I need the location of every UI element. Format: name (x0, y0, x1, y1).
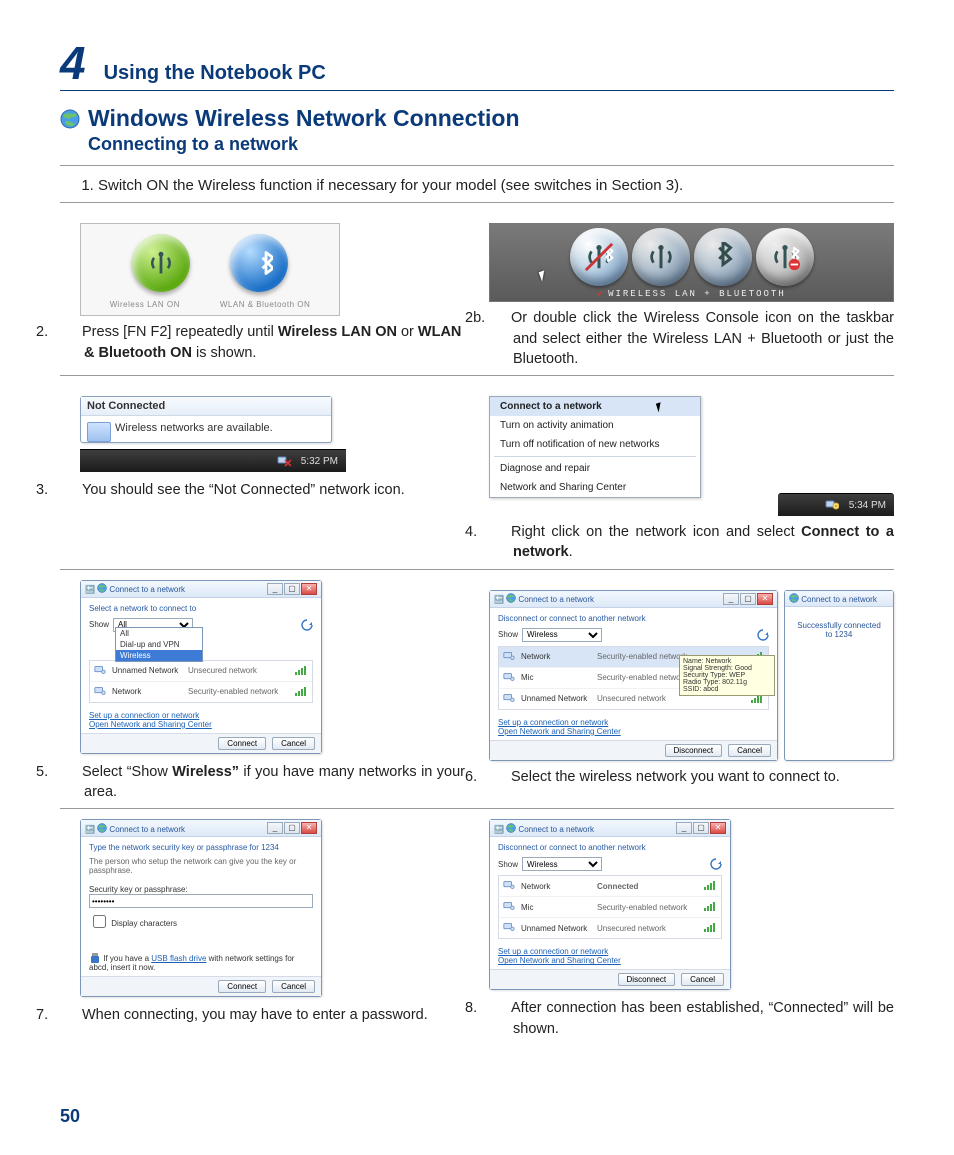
link-setup[interactable]: Set up a connection or network (498, 718, 769, 727)
tray-balloon-body: Wireless networks are available. (115, 422, 273, 434)
globe-icon (60, 109, 80, 129)
pass-header: Type the network security key or passphr… (89, 843, 313, 852)
rule (60, 202, 894, 203)
show-filter-dropdown: All Dial-up and VPN Wireless (115, 627, 203, 662)
tray-network-icon[interactable] (277, 454, 291, 468)
window-buttons[interactable]: _▢✕ (722, 593, 773, 605)
network-globe-icon (87, 422, 111, 442)
link-center[interactable]: Open Network and Sharing Center (498, 956, 722, 965)
tray-clock: 5:32 PM (301, 456, 338, 467)
wireless-console-illustration: WIRELESS LAN + BLUETOOTH (489, 223, 894, 302)
rule (60, 90, 894, 91)
dialog-title: Connect to a network (109, 585, 185, 594)
rule (60, 165, 894, 166)
dialog-header: Select a network to connect to (89, 604, 313, 613)
chapter-title: Using the Notebook PC (104, 62, 326, 85)
network-row[interactable]: Unnamed NetworkUnsecured network (499, 918, 721, 938)
cancel-button[interactable]: Cancel (681, 973, 724, 986)
console-bt-icon (694, 228, 752, 286)
step-3: 3.You should see the “Not Connected” net… (84, 480, 465, 500)
link-setup[interactable]: Set up a connection or network (89, 711, 313, 720)
show-filter-select[interactable]: Wireless (522, 857, 602, 871)
bt-on-label: WLAN & Bluetooth ON (220, 300, 310, 309)
cancel-button[interactable]: Cancel (272, 737, 315, 750)
step-1: Switch ON the Wireless function if neces… (98, 176, 894, 196)
console-wlan-icon (632, 228, 690, 286)
rule (60, 375, 894, 376)
tray-balloon-title: Not Connected (81, 397, 331, 416)
network-row[interactable]: MicSecurity-enabled network (499, 897, 721, 918)
connect-button[interactable]: Connect (218, 737, 266, 750)
wlan-on-label: Wireless LAN ON (110, 300, 180, 309)
link-setup[interactable]: Set up a connection or network (498, 947, 722, 956)
console-off-icon (756, 228, 814, 286)
window-buttons[interactable]: _▢✕ (675, 822, 726, 834)
chapter-number: 4 (60, 40, 86, 86)
menu-center[interactable]: Network and Sharing Center (490, 478, 700, 497)
section-subtitle: Connecting to a network (88, 134, 894, 155)
network-row[interactable]: NetworkConnected (499, 876, 721, 897)
connect-button[interactable]: Connect (218, 980, 266, 993)
page-number: 50 (60, 1106, 80, 1127)
bluetooth-on-icon (230, 234, 288, 292)
disconnect-button[interactable]: Disconnect (665, 744, 723, 757)
step-4: 4.Right click on the network icon and se… (513, 522, 894, 563)
window-buttons[interactable]: _▢✕ (266, 822, 317, 834)
rule (60, 808, 894, 809)
cancel-button[interactable]: Cancel (728, 744, 771, 757)
passphrase-input[interactable] (89, 894, 313, 908)
disconnect-button[interactable]: Disconnect (618, 973, 676, 986)
rule (60, 569, 894, 570)
console-wlan-bt-icon (570, 228, 628, 286)
refresh-icon[interactable] (757, 629, 769, 641)
tray-context-menu: Connect to a network Turn on activity an… (489, 396, 701, 498)
wlan-on-icon (132, 234, 190, 292)
step-2b: 2b.Or double click the Wireless Console … (513, 308, 894, 369)
display-chars-checkbox[interactable] (93, 915, 106, 928)
console-caption: WIRELESS LAN + BLUETOOTH (494, 289, 889, 299)
refresh-icon[interactable] (301, 619, 313, 631)
usb-link[interactable]: USB flash drive (151, 954, 206, 963)
window-buttons[interactable]: _▢✕ (266, 583, 317, 595)
link-center[interactable]: Open Network and Sharing Center (498, 727, 769, 736)
success-text: Successfully connected to 1234 (785, 607, 893, 643)
tray-balloon: Not Connected Wireless networks are avai… (80, 396, 332, 443)
menu-diagnose[interactable]: Diagnose and repair (490, 459, 700, 478)
step-8: 8.After connection has been established,… (513, 998, 894, 1039)
refresh-icon[interactable] (710, 858, 722, 870)
tray-clock: 5:34 PM (849, 500, 886, 511)
step-2: 2.Press [FN F2] repeatedly until Wireles… (84, 322, 465, 363)
network-row[interactable]: Unnamed NetworkUnsecured network (90, 661, 312, 682)
step-6: 6.Select the wireless network you want t… (513, 767, 894, 787)
cancel-button[interactable]: Cancel (272, 980, 315, 993)
menu-notif[interactable]: Turn off notification of new networks (490, 435, 700, 454)
menu-anim[interactable]: Turn on activity animation (490, 416, 700, 435)
tray-network-icon[interactable] (825, 498, 839, 512)
network-tooltip: Name: Network Signal Strength: Good Secu… (679, 655, 775, 696)
step-5: 5.Select “Show Wireless” if you have man… (84, 762, 465, 803)
section-title: Windows Wireless Network Connection (88, 105, 520, 132)
show-filter-select[interactable]: Wireless (522, 628, 602, 642)
menu-connect[interactable]: Connect to a network (490, 397, 700, 416)
network-row[interactable]: NetworkSecurity-enabled network (90, 682, 312, 702)
step-7: 7.When connecting, you may have to enter… (84, 1005, 465, 1025)
tray-context-illustration: Connect to a network Turn on activity an… (489, 396, 894, 516)
link-center[interactable]: Open Network and Sharing Center (89, 720, 313, 729)
